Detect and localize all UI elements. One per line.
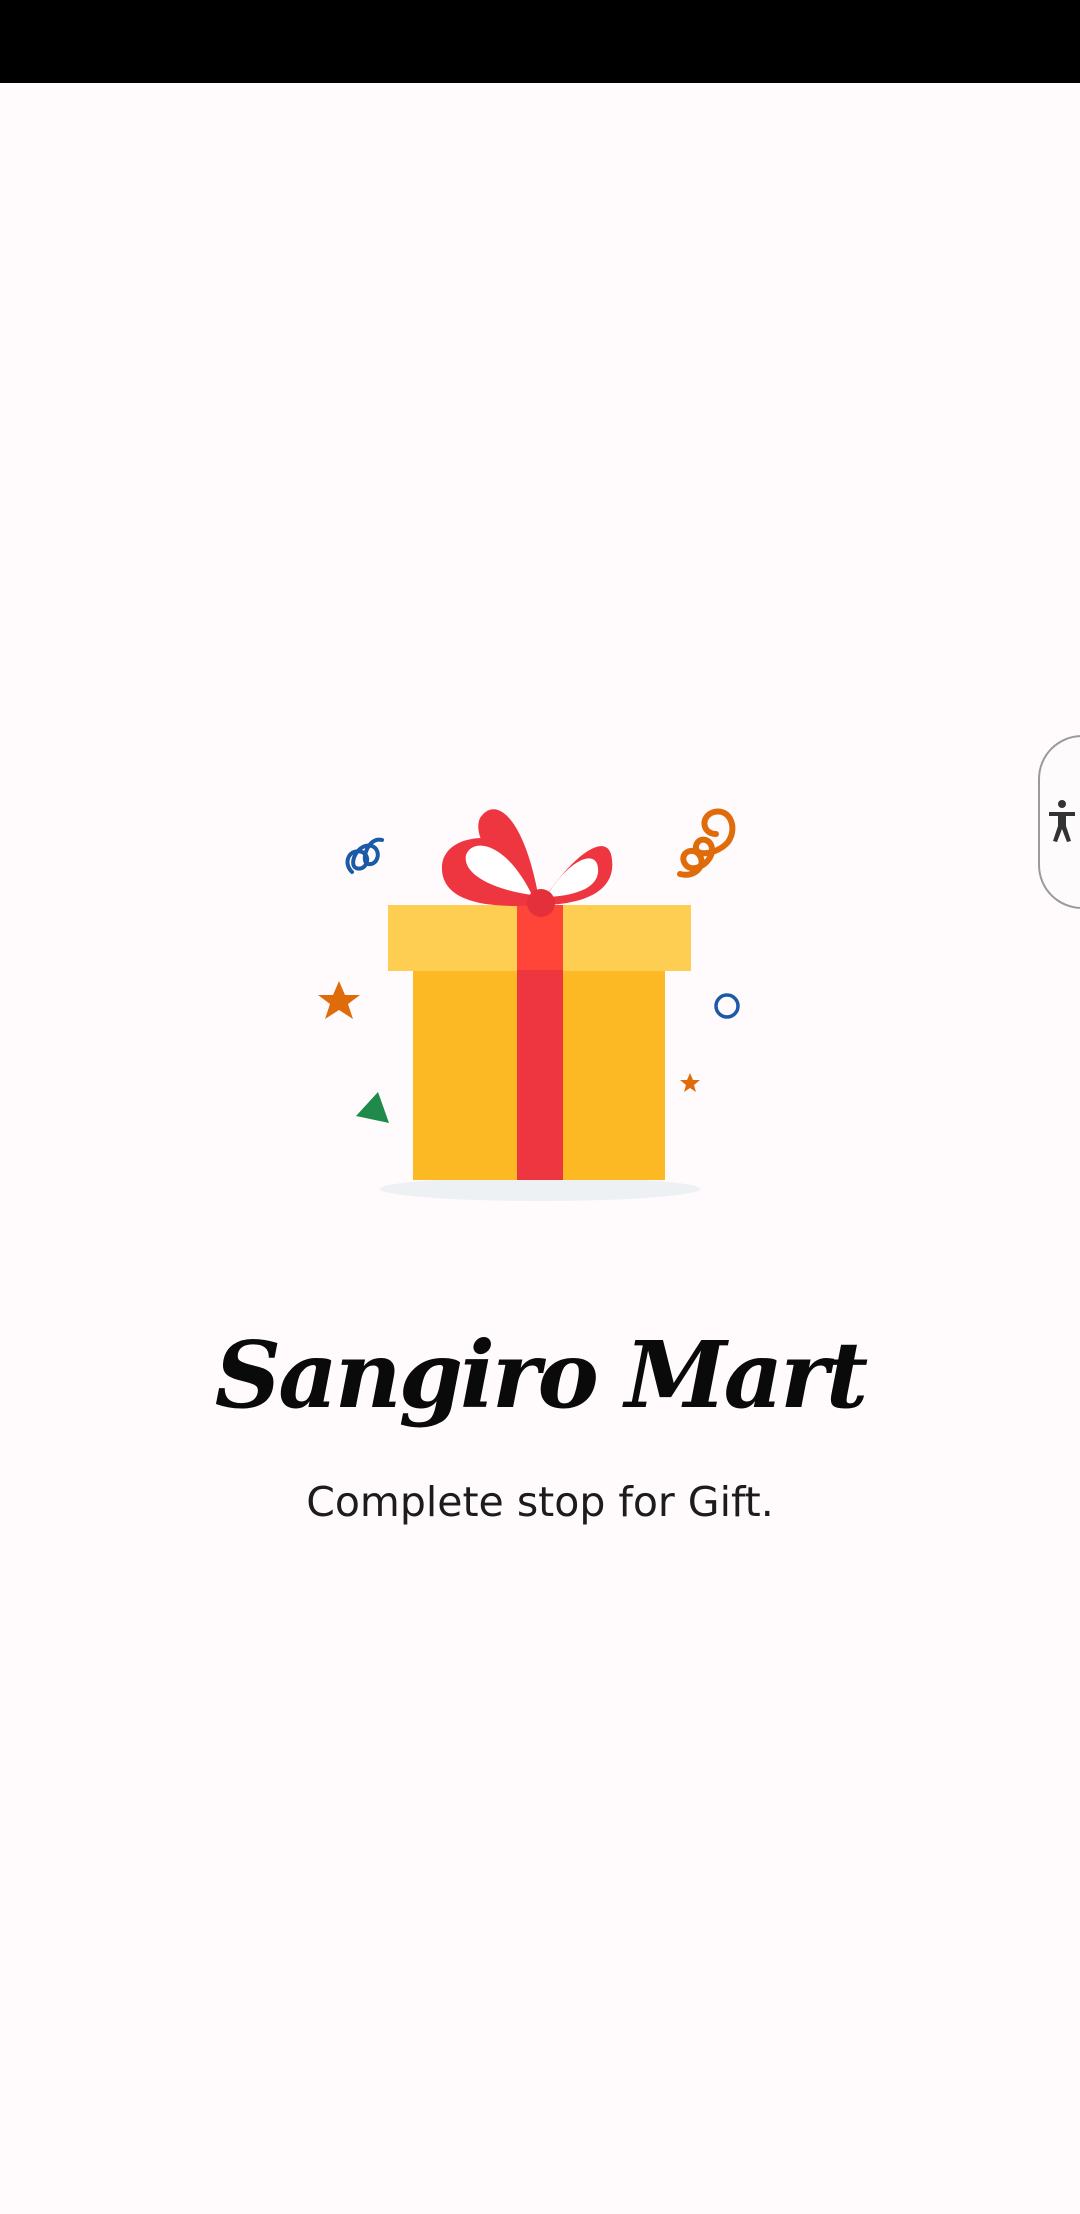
- gift-shadow: [380, 1177, 700, 1201]
- accessibility-person-icon: [1049, 800, 1075, 842]
- confetti-blue-squiggle: [345, 837, 384, 874]
- gift-ribbon-body: [517, 970, 563, 1180]
- app-tagline: Complete stop for Gift.: [306, 1478, 774, 1526]
- confetti-orange-star: [318, 981, 360, 1019]
- gift-box-icon: [318, 808, 740, 1201]
- app-name: Sangiro Mart: [214, 1321, 869, 1429]
- gift-bow-knot: [527, 889, 555, 917]
- accessibility-button[interactable]: [1038, 735, 1080, 909]
- confetti-orange-curl: [677, 808, 736, 878]
- confetti-green-triangle: [356, 1092, 389, 1123]
- confetti-small-star: [680, 1073, 700, 1092]
- confetti-blue-ring: [714, 993, 740, 1019]
- status-bar: [0, 0, 1080, 83]
